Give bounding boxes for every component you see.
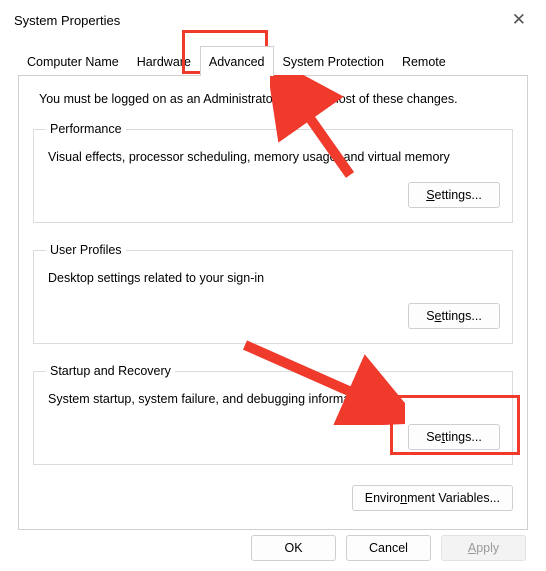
group-startup-recovery-legend: Startup and Recovery [46, 364, 175, 378]
close-icon[interactable]: ✕ [506, 8, 532, 32]
group-startup-recovery-desc: System startup, system failure, and debu… [48, 392, 500, 406]
apply-button[interactable]: Apply [441, 535, 526, 561]
ok-button[interactable]: OK [251, 535, 336, 561]
group-performance: Performance Visual effects, processor sc… [33, 122, 513, 223]
group-startup-recovery: Startup and Recovery System startup, sys… [33, 364, 513, 465]
startup-recovery-settings-button[interactable]: Settings... [408, 424, 500, 450]
admin-notice: You must be logged on as an Administrato… [39, 92, 513, 106]
performance-settings-button[interactable]: Settings... [408, 182, 500, 208]
dialog-footer: OK Cancel Apply [251, 535, 526, 561]
tab-strip: Computer Name Hardware Advanced System P… [18, 46, 528, 76]
user-profiles-settings-button[interactable]: Settings... [408, 303, 500, 329]
tab-remote[interactable]: Remote [393, 46, 455, 76]
window-title: System Properties [14, 13, 120, 28]
group-user-profiles-desc: Desktop settings related to your sign-in [48, 271, 500, 285]
tab-computer-name[interactable]: Computer Name [18, 46, 128, 76]
tab-panel-advanced: You must be logged on as an Administrato… [18, 75, 528, 530]
group-performance-desc: Visual effects, processor scheduling, me… [48, 150, 500, 164]
group-user-profiles-legend: User Profiles [46, 243, 126, 257]
group-user-profiles: User Profiles Desktop settings related t… [33, 243, 513, 344]
environment-variables-button[interactable]: Environment Variables... [352, 485, 513, 511]
cancel-button[interactable]: Cancel [346, 535, 431, 561]
tab-hardware[interactable]: Hardware [128, 46, 200, 76]
tab-advanced[interactable]: Advanced [200, 46, 274, 76]
group-performance-legend: Performance [46, 122, 126, 136]
title-bar: System Properties ✕ [0, 0, 546, 38]
tab-system-protection[interactable]: System Protection [274, 46, 393, 76]
